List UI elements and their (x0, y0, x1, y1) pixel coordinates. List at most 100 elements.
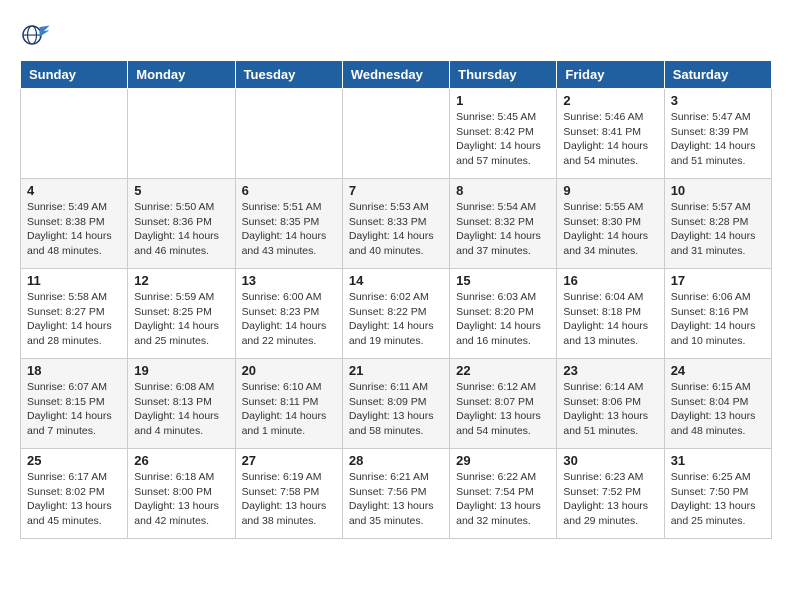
day-number: 15 (456, 273, 550, 288)
calendar-cell: 29 Sunrise: 6:22 AM Sunset: 7:54 PM Dayli… (450, 449, 557, 539)
logo-icon (20, 20, 50, 50)
header (20, 20, 772, 50)
day-number: 22 (456, 363, 550, 378)
day-number: 30 (563, 453, 657, 468)
day-info: Sunrise: 6:12 AM Sunset: 8:07 PM Dayligh… (456, 380, 550, 439)
day-info: Sunrise: 5:54 AM Sunset: 8:32 PM Dayligh… (456, 200, 550, 259)
day-info: Sunrise: 6:02 AM Sunset: 8:22 PM Dayligh… (349, 290, 443, 349)
day-info: Sunrise: 5:49 AM Sunset: 8:38 PM Dayligh… (27, 200, 121, 259)
day-info: Sunrise: 6:19 AM Sunset: 7:58 PM Dayligh… (242, 470, 336, 529)
calendar-cell: 14Sunrise: 6:02 AM Sunset: 8:22 PM Dayli… (342, 269, 449, 359)
day-info: Sunrise: 5:51 AM Sunset: 8:35 PM Dayligh… (242, 200, 336, 259)
day-info: Sunrise: 5:45 AM Sunset: 8:42 PM Dayligh… (456, 110, 550, 169)
weekday-header-row: SundayMondayTuesdayWednesdayThursdayFrid… (21, 61, 772, 89)
calendar-cell (128, 89, 235, 179)
week-row-1: 1 Sunrise: 5:45 AM Sunset: 8:42 PM Daylig… (21, 89, 772, 179)
weekday-header-monday: Monday (128, 61, 235, 89)
weekday-header-friday: Friday (557, 61, 664, 89)
day-info: Sunrise: 5:46 AM Sunset: 8:41 PM Dayligh… (563, 110, 657, 169)
calendar-cell: 25 Sunrise: 6:17 AM Sunset: 8:02 PM Dayli… (21, 449, 128, 539)
calendar-cell: 10Sunrise: 5:57 AM Sunset: 8:28 PM Dayli… (664, 179, 771, 269)
day-info: Sunrise: 5:53 AM Sunset: 8:33 PM Dayligh… (349, 200, 443, 259)
day-number: 19 (134, 363, 228, 378)
day-number: 12 (134, 273, 228, 288)
day-info: Sunrise: 6:00 AM Sunset: 8:23 PM Dayligh… (242, 290, 336, 349)
day-info: Sunrise: 5:58 AM Sunset: 8:27 PM Dayligh… (27, 290, 121, 349)
calendar-cell: 18 Sunrise: 6:07 AM Sunset: 8:15 PM Dayli… (21, 359, 128, 449)
day-info: Sunrise: 6:04 AM Sunset: 8:18 PM Dayligh… (563, 290, 657, 349)
calendar-cell: 12 Sunrise: 5:59 AM Sunset: 8:25 PM Dayli… (128, 269, 235, 359)
day-info: Sunrise: 6:22 AM Sunset: 7:54 PM Dayligh… (456, 470, 550, 529)
day-info: Sunrise: 6:07 AM Sunset: 8:15 PM Dayligh… (27, 380, 121, 439)
day-number: 31 (671, 453, 765, 468)
day-number: 10 (671, 183, 765, 198)
calendar-cell (235, 89, 342, 179)
calendar-cell: 5 Sunrise: 5:50 AM Sunset: 8:36 PM Daylig… (128, 179, 235, 269)
day-number: 27 (242, 453, 336, 468)
day-number: 1 (456, 93, 550, 108)
calendar-cell: 1 Sunrise: 5:45 AM Sunset: 8:42 PM Daylig… (450, 89, 557, 179)
calendar-cell (21, 89, 128, 179)
day-number: 4 (27, 183, 121, 198)
day-info: Sunrise: 6:15 AM Sunset: 8:04 PM Dayligh… (671, 380, 765, 439)
day-number: 8 (456, 183, 550, 198)
day-number: 16 (563, 273, 657, 288)
day-info: Sunrise: 6:23 AM Sunset: 7:52 PM Dayligh… (563, 470, 657, 529)
day-number: 18 (27, 363, 121, 378)
calendar-cell: 17 Sunrise: 6:06 AM Sunset: 8:16 PM Dayli… (664, 269, 771, 359)
day-number: 25 (27, 453, 121, 468)
week-row-5: 25 Sunrise: 6:17 AM Sunset: 8:02 PM Dayli… (21, 449, 772, 539)
day-info: Sunrise: 5:59 AM Sunset: 8:25 PM Dayligh… (134, 290, 228, 349)
calendar-cell: 20 Sunrise: 6:10 AM Sunset: 8:11 PM Dayli… (235, 359, 342, 449)
day-number: 2 (563, 93, 657, 108)
day-info: Sunrise: 6:08 AM Sunset: 8:13 PM Dayligh… (134, 380, 228, 439)
day-info: Sunrise: 6:03 AM Sunset: 8:20 PM Dayligh… (456, 290, 550, 349)
calendar-cell: 3Sunrise: 5:47 AM Sunset: 8:39 PM Daylig… (664, 89, 771, 179)
calendar-cell: 9 Sunrise: 5:55 AM Sunset: 8:30 PM Daylig… (557, 179, 664, 269)
calendar-cell: 26 Sunrise: 6:18 AM Sunset: 8:00 PM Dayli… (128, 449, 235, 539)
calendar-cell: 30 Sunrise: 6:23 AM Sunset: 7:52 PM Dayli… (557, 449, 664, 539)
calendar-cell: 19 Sunrise: 6:08 AM Sunset: 8:13 PM Dayli… (128, 359, 235, 449)
day-info: Sunrise: 5:47 AM Sunset: 8:39 PM Dayligh… (671, 110, 765, 169)
calendar-cell: 21Sunrise: 6:11 AM Sunset: 8:09 PM Dayli… (342, 359, 449, 449)
week-row-2: 4 Sunrise: 5:49 AM Sunset: 8:38 PM Daylig… (21, 179, 772, 269)
day-number: 5 (134, 183, 228, 198)
calendar-cell: 31 Sunrise: 6:25 AM Sunset: 7:50 PM Dayli… (664, 449, 771, 539)
day-info: Sunrise: 6:06 AM Sunset: 8:16 PM Dayligh… (671, 290, 765, 349)
day-number: 11 (27, 273, 121, 288)
weekday-header-thursday: Thursday (450, 61, 557, 89)
day-info: Sunrise: 6:25 AM Sunset: 7:50 PM Dayligh… (671, 470, 765, 529)
day-info: Sunrise: 5:55 AM Sunset: 8:30 PM Dayligh… (563, 200, 657, 259)
day-info: Sunrise: 6:21 AM Sunset: 7:56 PM Dayligh… (349, 470, 443, 529)
calendar-cell: 27 Sunrise: 6:19 AM Sunset: 7:58 PM Dayli… (235, 449, 342, 539)
day-number: 7 (349, 183, 443, 198)
day-number: 6 (242, 183, 336, 198)
day-info: Sunrise: 6:18 AM Sunset: 8:00 PM Dayligh… (134, 470, 228, 529)
day-info: Sunrise: 6:10 AM Sunset: 8:11 PM Dayligh… (242, 380, 336, 439)
day-info: Sunrise: 5:50 AM Sunset: 8:36 PM Dayligh… (134, 200, 228, 259)
day-number: 17 (671, 273, 765, 288)
weekday-header-tuesday: Tuesday (235, 61, 342, 89)
day-info: Sunrise: 6:14 AM Sunset: 8:06 PM Dayligh… (563, 380, 657, 439)
weekday-header-wednesday: Wednesday (342, 61, 449, 89)
calendar-cell: 7 Sunrise: 5:53 AM Sunset: 8:33 PM Daylig… (342, 179, 449, 269)
calendar-cell: 4 Sunrise: 5:49 AM Sunset: 8:38 PM Daylig… (21, 179, 128, 269)
calendar-cell: 15 Sunrise: 6:03 AM Sunset: 8:20 PM Dayli… (450, 269, 557, 359)
calendar-cell (342, 89, 449, 179)
calendar-cell: 6 Sunrise: 5:51 AM Sunset: 8:35 PM Daylig… (235, 179, 342, 269)
calendar-cell: 22 Sunrise: 6:12 AM Sunset: 8:07 PM Dayli… (450, 359, 557, 449)
calendar-cell: 2 Sunrise: 5:46 AM Sunset: 8:41 PM Daylig… (557, 89, 664, 179)
day-number: 20 (242, 363, 336, 378)
day-info: Sunrise: 6:17 AM Sunset: 8:02 PM Dayligh… (27, 470, 121, 529)
week-row-4: 18 Sunrise: 6:07 AM Sunset: 8:15 PM Dayli… (21, 359, 772, 449)
day-number: 9 (563, 183, 657, 198)
calendar-cell: 11 Sunrise: 5:58 AM Sunset: 8:27 PM Dayli… (21, 269, 128, 359)
weekday-header-saturday: Saturday (664, 61, 771, 89)
day-number: 26 (134, 453, 228, 468)
day-number: 28 (349, 453, 443, 468)
day-number: 23 (563, 363, 657, 378)
calendar-cell: 23 Sunrise: 6:14 AM Sunset: 8:06 PM Dayli… (557, 359, 664, 449)
day-number: 21 (349, 363, 443, 378)
day-number: 29 (456, 453, 550, 468)
day-number: 24 (671, 363, 765, 378)
